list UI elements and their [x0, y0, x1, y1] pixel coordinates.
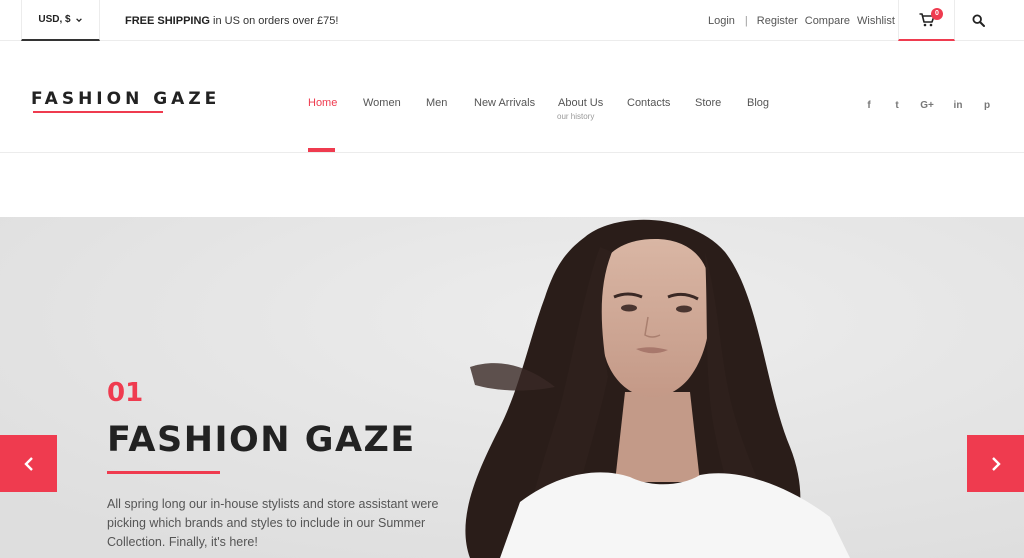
logo-underline: [33, 111, 163, 113]
register-link[interactable]: Register: [757, 15, 798, 27]
chevron-left-icon: [23, 456, 33, 471]
link-separator: |: [744, 15, 748, 27]
twitter-icon[interactable]: t: [890, 98, 904, 112]
slide-title: FASHION GAZE: [107, 420, 416, 460]
chevron-down-icon: [75, 17, 82, 22]
currency-selector[interactable]: USD, $: [21, 0, 100, 41]
pinterest-icon[interactable]: p: [980, 98, 994, 112]
chevron-right-icon: [991, 456, 1001, 471]
login-link[interactable]: Login: [708, 15, 735, 27]
nav-home[interactable]: Home: [308, 97, 337, 109]
search-icon: [971, 14, 985, 27]
shipping-text: in US on orders over £75!: [209, 15, 339, 27]
top-bar: USD, $ FREE SHIPPING in US on orders ove…: [0, 0, 1024, 41]
slider-prev-button[interactable]: [0, 435, 57, 492]
nav-men[interactable]: Men: [426, 97, 447, 109]
facebook-icon[interactable]: f: [862, 98, 876, 112]
linkedin-icon[interactable]: in: [951, 98, 965, 112]
slider-next-button[interactable]: [967, 435, 1024, 492]
site-logo[interactable]: FASHION GAZE: [31, 89, 220, 109]
nav-contacts[interactable]: Contacts: [627, 97, 670, 109]
currency-label: USD, $: [38, 14, 71, 25]
search-button[interactable]: [956, 0, 1000, 41]
slide-description: All spring long our in-house stylists an…: [107, 497, 439, 549]
slide-number: 01: [107, 378, 144, 408]
nav-store[interactable]: Store: [695, 97, 721, 109]
nav-women[interactable]: Women: [363, 97, 401, 109]
nav-about-us[interactable]: About Us: [558, 97, 603, 109]
active-nav-indicator: [308, 148, 335, 152]
shipping-notice: FREE SHIPPING in US on orders over £75!: [125, 15, 338, 27]
compare-link[interactable]: Compare: [805, 15, 850, 27]
nav-blog[interactable]: Blog: [747, 97, 769, 109]
google-plus-icon[interactable]: G+: [920, 98, 934, 112]
cart-count-badge: 0: [931, 8, 943, 20]
nav-new-arrivals[interactable]: New Arrivals: [474, 97, 535, 109]
hero-slider: 01 FASHION GAZE All spring long our in-h…: [0, 217, 1024, 558]
main-header: FASHION GAZE Home Women Men New Arrivals…: [0, 41, 1024, 153]
wishlist-link[interactable]: Wishlist: [857, 15, 895, 27]
account-links: Login | Register Compare Wishlist: [708, 15, 895, 27]
slide-title-underline: [107, 471, 220, 474]
shipping-bold: FREE SHIPPING: [125, 15, 210, 27]
cart-button[interactable]: 0: [898, 0, 955, 41]
nav-about-us-subtitle: our history: [557, 112, 595, 121]
